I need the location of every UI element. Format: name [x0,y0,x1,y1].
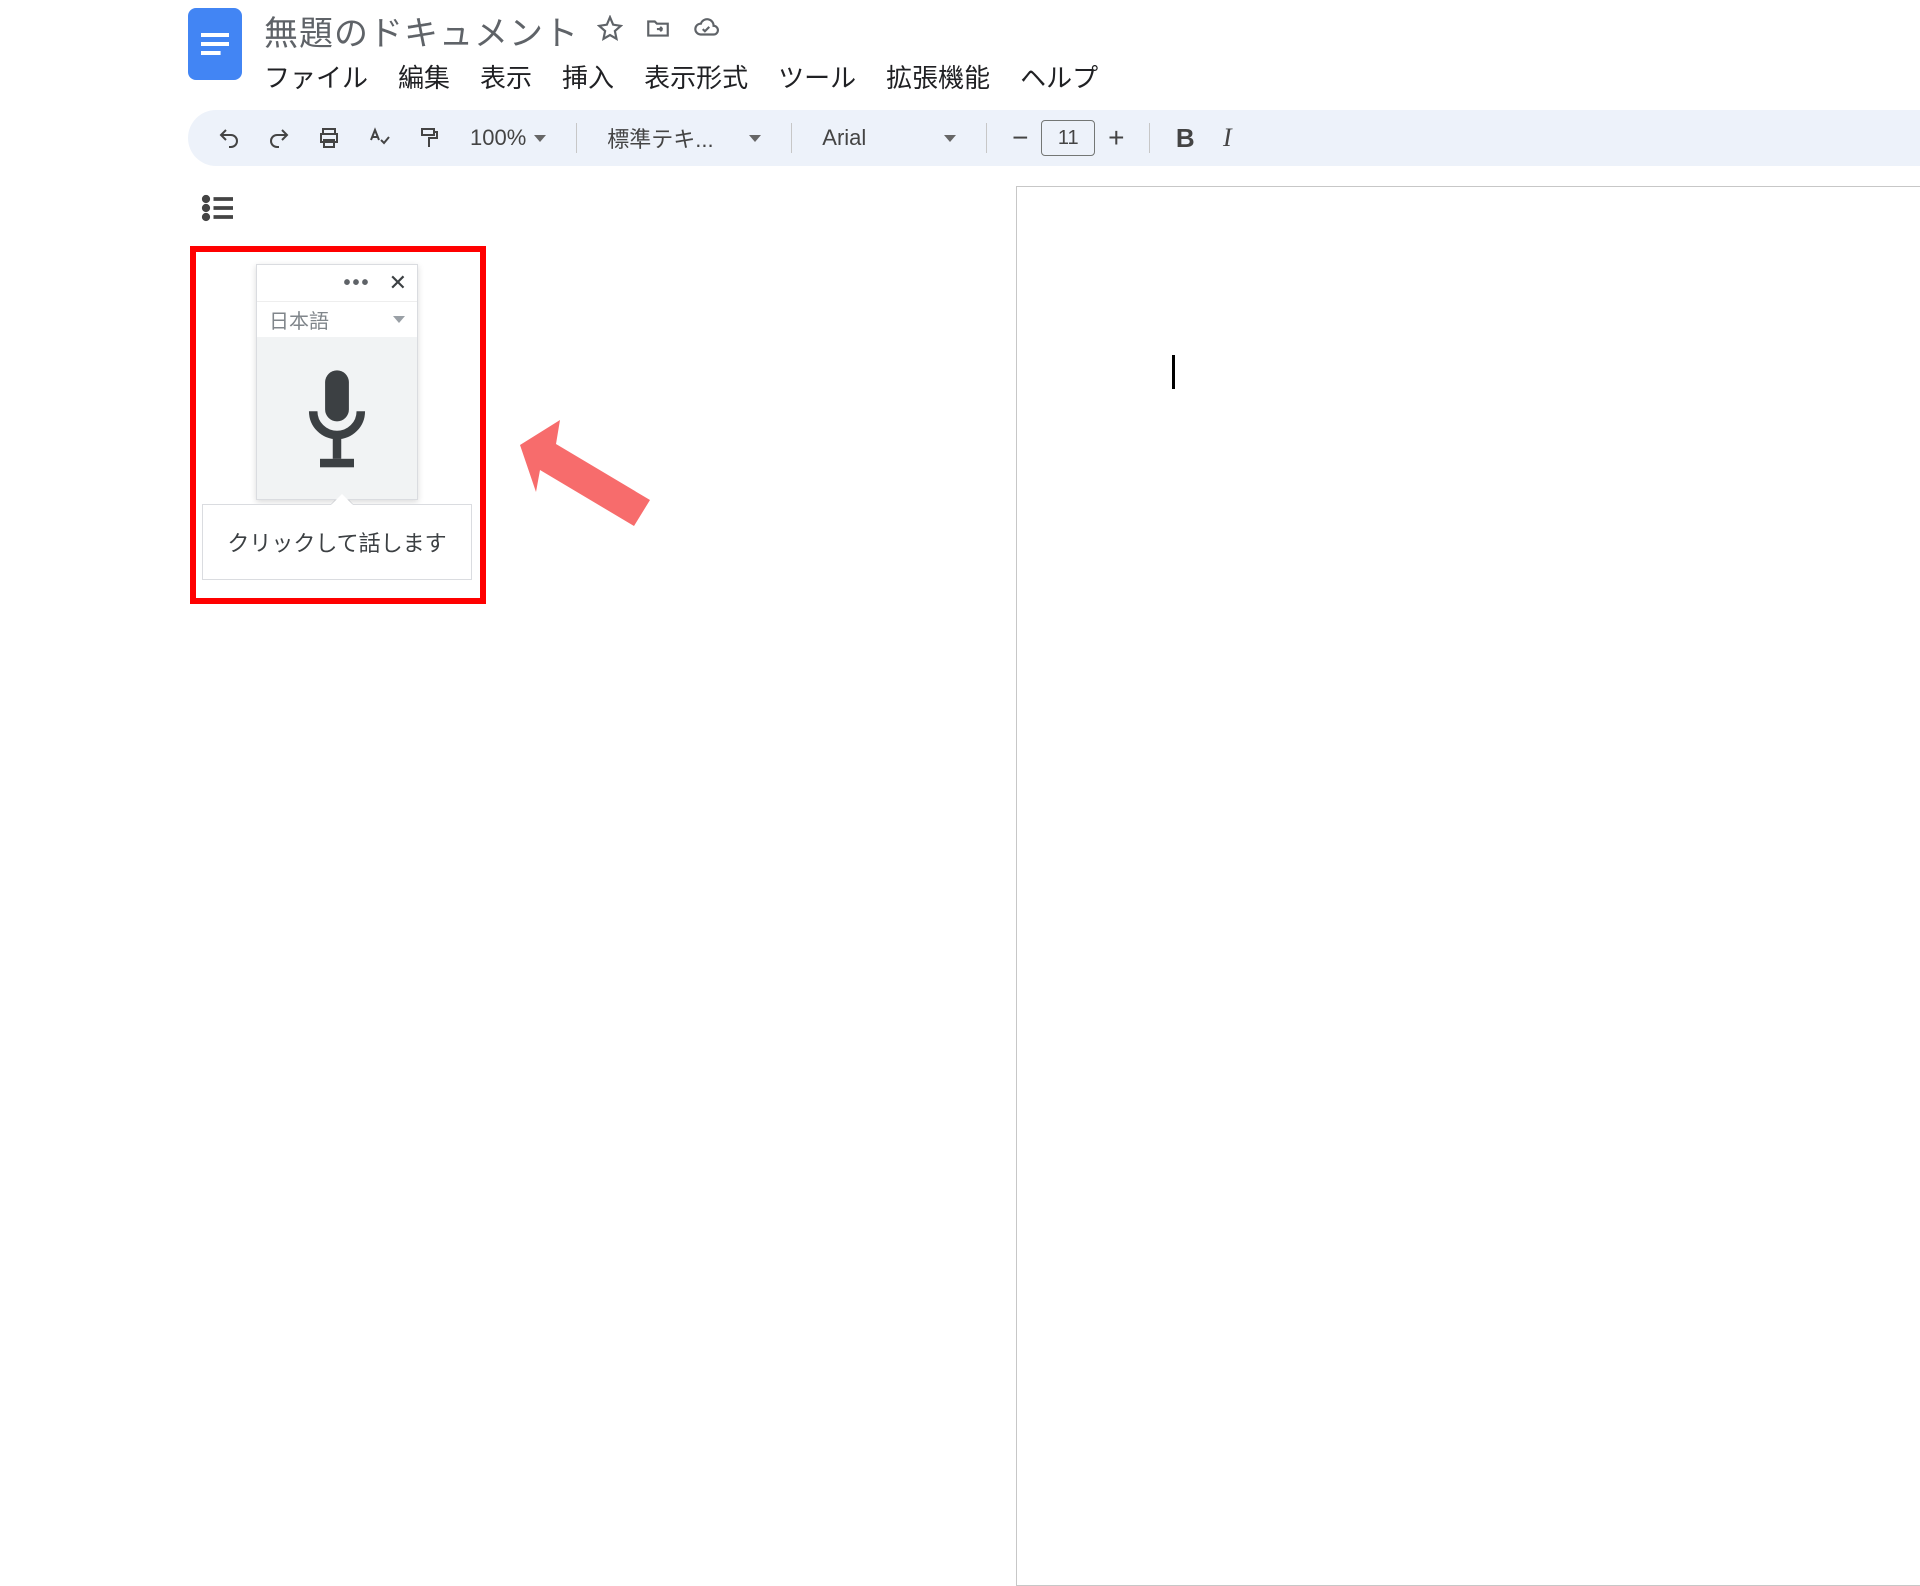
text-cursor [1172,355,1175,389]
voice-close-button[interactable]: ✕ [389,270,407,296]
outline-toggle-button[interactable] [200,190,236,231]
zoom-value: 100% [470,125,526,151]
toolbar-separator [576,123,577,153]
menu-view[interactable]: 表示 [480,58,532,95]
font-size-input[interactable]: 11 [1041,120,1095,156]
chevron-down-icon [944,135,956,142]
voice-tooltip: クリックして話します [202,504,472,580]
voice-language-value: 日本語 [269,305,329,334]
font-value: Arial [822,125,866,151]
document-page[interactable] [1016,186,1920,1586]
voice-more-button[interactable]: ••• [344,272,371,295]
bold-button[interactable]: B [1172,123,1198,154]
document-title[interactable]: 無題のドキュメント [264,6,579,55]
cloud-saved-icon[interactable] [693,15,719,46]
menu-tools[interactable]: ツール [778,58,856,95]
voice-typing-panel[interactable]: ••• ✕ 日本語 [256,264,418,500]
chevron-down-icon [749,135,761,142]
annotation-highlight-box: ••• ✕ 日本語 クリックして話します [190,246,486,604]
voice-mic-button[interactable] [257,337,417,499]
toolbar: 100% 標準テキ... Arial − 11 + B I [188,110,1920,166]
toolbar-separator [986,123,987,153]
italic-button[interactable]: I [1214,123,1240,153]
menu-help[interactable]: ヘルプ [1020,58,1098,95]
docs-app-icon[interactable] [188,8,242,80]
folder-move-icon[interactable] [645,15,671,46]
redo-button[interactable] [262,121,296,155]
menu-edit[interactable]: 編集 [398,58,450,95]
paragraph-style-value: 標準テキ... [607,122,713,154]
menu-insert[interactable]: 挿入 [562,58,614,95]
undo-button[interactable] [212,121,246,155]
menu-ext[interactable]: 拡張機能 [886,58,990,95]
print-button[interactable] [312,121,346,155]
zoom-dropdown[interactable]: 100% [462,125,554,151]
font-size-decrease[interactable]: − [1009,122,1031,154]
font-size-increase[interactable]: + [1105,122,1127,154]
menu-file[interactable]: ファイル [264,58,368,95]
docs-app-icon-glyph [201,33,229,55]
chevron-down-icon [534,135,546,142]
font-dropdown[interactable]: Arial [814,125,964,151]
voice-tooltip-text: クリックして話します [227,526,446,558]
annotation-arrow [520,420,660,530]
paragraph-style-dropdown[interactable]: 標準テキ... [599,122,769,154]
chevron-down-icon [393,316,405,323]
microphone-icon [295,367,379,469]
spellcheck-button[interactable] [362,121,396,155]
star-icon[interactable] [597,15,623,46]
toolbar-separator [791,123,792,153]
menu-format[interactable]: 表示形式 [644,58,748,95]
toolbar-separator [1149,123,1150,153]
paint-format-button[interactable] [412,121,446,155]
voice-language-dropdown[interactable]: 日本語 [257,301,417,337]
